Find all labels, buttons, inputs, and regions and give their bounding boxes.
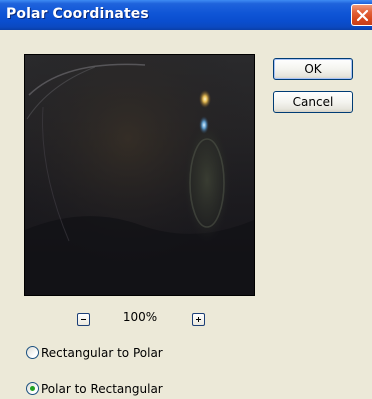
zoom-in-button[interactable] <box>192 313 205 326</box>
option-label: Rectangular to Polar <box>41 346 163 360</box>
filter-preview[interactable] <box>24 54 255 296</box>
polar-coordinates-dialog: Polar Coordinates OK Cancel 100% Rectang… <box>0 0 372 399</box>
cancel-button[interactable]: Cancel <box>273 91 353 113</box>
radio-button[interactable] <box>26 346 39 359</box>
minus-icon <box>81 319 86 320</box>
zoom-out-button[interactable] <box>77 313 90 326</box>
close-icon <box>356 9 369 22</box>
radio-button-selected[interactable] <box>26 382 39 395</box>
zoom-level: 100% <box>122 310 158 324</box>
ok-button[interactable]: OK <box>273 58 353 80</box>
radio-selected-dot <box>30 386 35 391</box>
dialog-title: Polar Coordinates <box>6 6 149 22</box>
close-button[interactable] <box>351 4 372 26</box>
preview-image <box>25 55 254 295</box>
option-label: Polar to Rectangular <box>41 382 163 396</box>
plus-icon <box>196 317 201 322</box>
title-bar[interactable]: Polar Coordinates <box>0 0 372 30</box>
